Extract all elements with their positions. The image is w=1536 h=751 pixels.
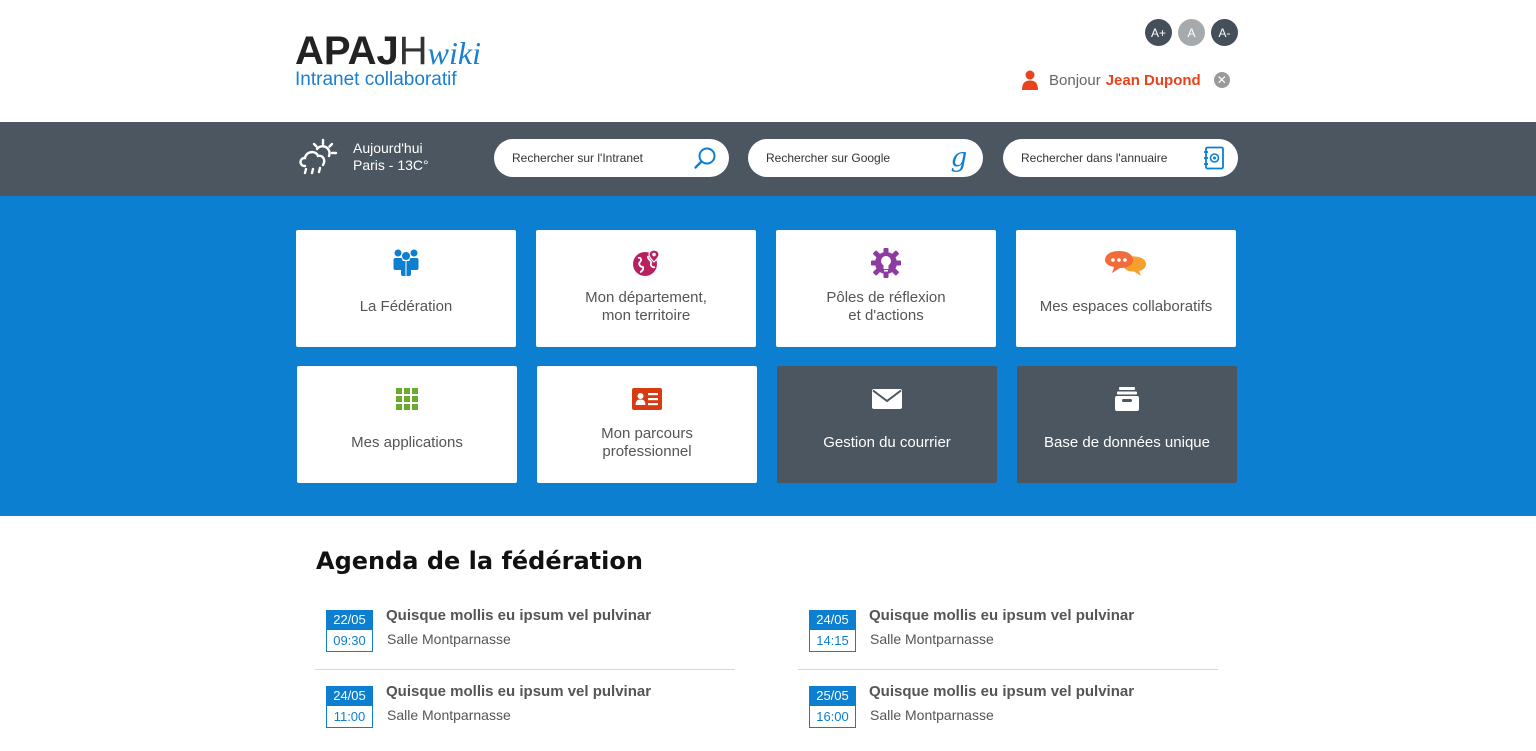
- search-google-input[interactable]: [766, 151, 936, 165]
- event-title[interactable]: Quisque mollis eu ipsum vel pulvinar: [386, 607, 651, 624]
- weather-cloud-sun-icon: [299, 138, 338, 175]
- font-size-controls: A+ A A-: [1145, 19, 1238, 46]
- tile-label: Mon département, mon territoire: [585, 289, 707, 324]
- event-date: 24/05: [809, 610, 856, 630]
- agenda-divider: [315, 669, 735, 670]
- globe-pin-icon: [631, 247, 661, 279]
- tile-label: Base de données unique: [1044, 434, 1210, 451]
- agenda-event[interactable]: 24/05 11:00 Quisque mollis eu ipsum vel …: [316, 683, 736, 748]
- tile-espaces-collaboratifs[interactable]: Mes espaces collaboratifs: [1016, 230, 1236, 347]
- google-icon[interactable]: g: [947, 145, 971, 171]
- apajh-wiki-logo[interactable]: APAJHwiki Intranet collaboratif: [295, 29, 481, 90]
- event-date: 25/05: [809, 686, 856, 706]
- search-annuaire-input[interactable]: [1021, 151, 1191, 165]
- tile-parcours-professionnel[interactable]: Mon parcours professionnel: [537, 366, 757, 483]
- weather-day: Aujourd'hui: [353, 140, 423, 156]
- event-time: 14:15: [809, 630, 856, 652]
- tile-label: Mes applications: [351, 434, 463, 451]
- tile-federation[interactable]: La Fédération: [296, 230, 516, 347]
- logout-close-icon[interactable]: ✕: [1213, 72, 1230, 88]
- event-time: 16:00: [809, 706, 856, 728]
- search-intranet-box: [494, 139, 729, 177]
- people-icon: [392, 247, 420, 279]
- id-card-icon: [632, 383, 662, 415]
- search-intranet-input[interactable]: [512, 151, 682, 165]
- event-date-badge: 24/05 11:00: [326, 686, 373, 728]
- logo-subtitle: Intranet collaboratif: [295, 69, 457, 90]
- logo-wiki-text: wiki: [427, 35, 481, 71]
- archive-box-icon: [1114, 383, 1140, 415]
- envelope-icon: [872, 383, 902, 415]
- event-date-badge: 22/05 09:30: [326, 610, 373, 652]
- search-bar: Aujourd'hui Paris - 13C° g: [0, 122, 1536, 196]
- tile-departement[interactable]: Mon département, mon territoire: [536, 230, 756, 347]
- tile-label: Gestion du courrier: [823, 434, 951, 451]
- agenda-event[interactable]: 22/05 09:30 Quisque mollis eu ipsum vel …: [316, 607, 736, 672]
- agenda-event[interactable]: 24/05 14:15 Quisque mollis eu ipsum vel …: [799, 607, 1219, 672]
- tile-base-donnees[interactable]: Base de données unique: [1017, 366, 1237, 483]
- event-time: 11:00: [326, 706, 373, 728]
- logo-wordmark: APAJHwiki: [295, 29, 481, 73]
- tile-label: La Fédération: [359, 298, 453, 315]
- tile-label: Pôles de réflexion et d'actions: [826, 289, 946, 324]
- font-size-decrease-button[interactable]: A-: [1211, 19, 1238, 46]
- event-date: 24/05: [326, 686, 373, 706]
- event-date-badge: 25/05 16:00: [809, 686, 856, 728]
- tile-poles-reflexion[interactable]: Pôles de réflexion et d'actions: [776, 230, 996, 347]
- weather-city-temperature: Paris - 13C°: [353, 157, 429, 173]
- logo-h-text: H: [398, 29, 428, 73]
- event-title[interactable]: Quisque mollis eu ipsum vel pulvinar: [869, 607, 1134, 624]
- site-header: APAJHwiki Intranet collaboratif A+ A A- …: [0, 0, 1536, 122]
- magnifier-search-icon[interactable]: [693, 146, 717, 170]
- agenda-divider: [798, 669, 1218, 670]
- apps-grid-icon: [395, 383, 419, 415]
- event-date-badge: 24/05 14:15: [809, 610, 856, 652]
- event-title[interactable]: Quisque mollis eu ipsum vel pulvinar: [386, 683, 651, 700]
- event-place: Salle Montparnasse: [870, 631, 994, 647]
- tile-label: Mon parcours professionnel: [601, 425, 693, 460]
- tile-label: Mes espaces collaboratifs: [1039, 298, 1213, 315]
- quick-access-tiles: La Fédération Mon département, mon terri…: [0, 196, 1536, 516]
- logo-main-text: APAJ: [295, 29, 399, 73]
- weather-text: Aujourd'hui Paris - 13C°: [353, 140, 429, 174]
- greeting-label: Bonjour: [1049, 71, 1101, 89]
- event-place: Salle Montparnasse: [870, 707, 994, 723]
- event-title[interactable]: Quisque mollis eu ipsum vel pulvinar: [869, 683, 1134, 700]
- chat-bubbles-icon: [1104, 247, 1148, 279]
- agenda-title: Agenda de la fédération: [316, 547, 643, 575]
- weather-widget: Aujourd'hui Paris - 13C°: [296, 138, 429, 176]
- search-google-box: g: [748, 139, 983, 177]
- agenda-event[interactable]: 25/05 16:00 Quisque mollis eu ipsum vel …: [799, 683, 1219, 748]
- font-size-reset-button[interactable]: A: [1178, 19, 1205, 46]
- event-place: Salle Montparnasse: [387, 707, 511, 723]
- search-annuaire-box: [1003, 139, 1238, 177]
- user-icon: [1022, 70, 1038, 90]
- intranet-home-page: APAJHwiki Intranet collaboratif A+ A A- …: [0, 0, 1536, 751]
- event-date: 22/05: [326, 610, 373, 630]
- user-greeting: Bonjour Jean Dupond ✕: [1021, 70, 1230, 90]
- tile-applications[interactable]: Mes applications: [297, 366, 517, 483]
- font-size-increase-button[interactable]: A+: [1145, 19, 1172, 46]
- address-book-icon[interactable]: [1202, 146, 1226, 170]
- event-place: Salle Montparnasse: [387, 631, 511, 647]
- event-time: 09:30: [326, 630, 373, 652]
- gear-bulb-icon: [870, 247, 902, 279]
- user-name[interactable]: Jean Dupond: [1106, 72, 1201, 89]
- tile-gestion-courrier[interactable]: Gestion du courrier: [777, 366, 997, 483]
